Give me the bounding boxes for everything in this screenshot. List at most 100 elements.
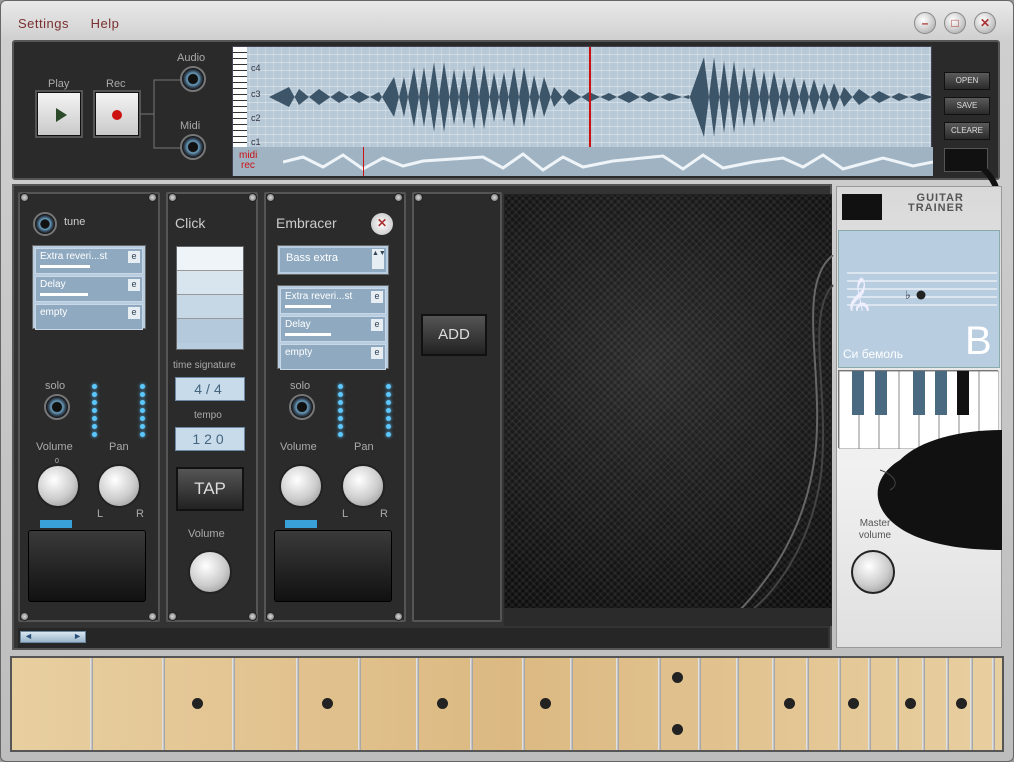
menu-settings[interactable]: Settings — [18, 16, 69, 31]
effect-level[interactable] — [285, 333, 331, 336]
screw-icon — [148, 193, 157, 202]
effect-slot-1[interactable]: Extra reveri...st e — [35, 248, 143, 274]
effect-slot-2[interactable]: Delay e — [280, 316, 386, 342]
effect-slot-2[interactable]: Delay e — [35, 276, 143, 302]
fader-1[interactable] — [28, 530, 146, 602]
click-volume-knob[interactable] — [188, 550, 232, 594]
beat-4 — [177, 319, 243, 343]
screw-icon — [168, 612, 177, 621]
effect-slot-3[interactable]: empty e — [35, 304, 143, 330]
edit-icon[interactable]: e — [371, 291, 383, 303]
rec-label: Rec — [106, 78, 126, 90]
save-button[interactable]: SAVE — [944, 97, 990, 115]
fret-marker — [956, 698, 967, 709]
note-name: Си бемоль — [843, 347, 904, 361]
effect-level[interactable] — [40, 265, 90, 268]
remove-channel-button[interactable]: ✕ — [371, 213, 393, 235]
level-led — [386, 400, 391, 405]
play-button[interactable] — [37, 92, 81, 136]
solo-button-2[interactable] — [289, 394, 315, 420]
fret — [296, 658, 299, 750]
level-led — [140, 408, 145, 413]
fret — [522, 658, 525, 750]
tempo-display[interactable]: 120 — [175, 427, 245, 451]
edit-icon[interactable]: e — [128, 307, 140, 319]
pan-right-label: R — [136, 508, 144, 520]
midi-input-jack[interactable] — [180, 134, 206, 160]
tune-label: tune — [64, 216, 86, 228]
tap-button[interactable]: TAP — [176, 467, 244, 511]
edit-icon[interactable]: e — [128, 279, 140, 291]
fret — [838, 658, 841, 750]
effect-slot-3[interactable]: empty e — [280, 344, 386, 370]
level-led — [92, 424, 97, 429]
level-led — [140, 424, 145, 429]
playhead[interactable] — [589, 47, 591, 147]
effect-level[interactable] — [40, 293, 88, 296]
edit-icon[interactable]: e — [371, 347, 383, 359]
fret-marker — [672, 672, 683, 683]
volume-knob-1[interactable] — [36, 464, 80, 508]
master-volume-label: Master volume — [858, 518, 892, 541]
preset-select[interactable]: Bass extra ▲▼ — [277, 245, 389, 275]
fader-indicator — [40, 520, 72, 528]
beat-2 — [177, 271, 243, 295]
master-volume-knob[interactable] — [851, 550, 895, 594]
spinner-icon[interactable]: ▲▼ — [372, 249, 386, 269]
close-button[interactable]: ✕ — [974, 12, 996, 34]
level-led — [338, 384, 343, 389]
edit-icon[interactable]: e — [371, 319, 383, 331]
volume-knob-2[interactable] — [279, 464, 323, 508]
add-channel-button[interactable]: ADD — [421, 314, 487, 356]
level-led — [140, 384, 145, 389]
pan-knob-1[interactable] — [97, 464, 141, 508]
scroll-left-icon[interactable]: ◄ — [24, 631, 33, 641]
fader-2[interactable] — [274, 530, 392, 602]
edit-icon[interactable]: e — [128, 251, 140, 263]
time-signature-label: time signature — [173, 360, 236, 371]
audio-waveform — [269, 57, 933, 137]
waveform-display[interactable]: c4 c3 c2 c1 midi rec — [232, 46, 933, 176]
time-signature-display[interactable]: 4/4 — [175, 377, 245, 401]
treble-clef-icon: 𝄞 — [845, 277, 871, 311]
level-led — [140, 392, 145, 397]
maximize-button[interactable]: □ — [944, 12, 966, 34]
trainer-logo: GUITAR TRAINER — [908, 193, 964, 214]
level-led — [92, 392, 97, 397]
scroll-right-icon[interactable]: ► — [73, 631, 82, 641]
rack-rail — [504, 608, 832, 626]
audio-input-jack[interactable] — [180, 66, 206, 92]
open-button[interactable]: OPEN — [944, 72, 990, 90]
minimize-button[interactable]: – — [914, 12, 936, 34]
level-led — [338, 400, 343, 405]
menu-help[interactable]: Help — [91, 16, 120, 31]
solo-button-1[interactable] — [44, 394, 70, 420]
record-button[interactable] — [95, 92, 139, 136]
effect-name: empty — [285, 347, 313, 358]
cable-plug — [842, 194, 882, 220]
horizontal-scrollbar[interactable]: ◄ ► — [20, 631, 86, 643]
tune-jack[interactable] — [33, 212, 57, 236]
screw-icon — [266, 612, 275, 621]
clear-button[interactable]: CLEARE — [944, 122, 990, 140]
speaker-grille — [504, 194, 834, 615]
preset-name: Bass extra — [286, 252, 338, 264]
fret-marker — [322, 698, 333, 709]
effect-name: Extra reveri...st — [285, 291, 353, 302]
note-head — [916, 290, 926, 300]
pan-knob-2[interactable] — [341, 464, 385, 508]
close-icon: ✕ — [376, 216, 388, 230]
fret — [736, 658, 739, 750]
click-volume-label: Volume — [188, 528, 225, 540]
fretboard[interactable] — [10, 656, 1004, 752]
fret — [698, 658, 701, 750]
fret — [416, 658, 419, 750]
level-led — [386, 424, 391, 429]
music-staff: 𝄞 ♭ — [845, 272, 997, 330]
guitar-outline — [735, 255, 834, 615]
screw-icon — [168, 193, 177, 202]
effect-slot-1[interactable]: Extra reveri...st e — [280, 288, 386, 314]
fret — [772, 658, 775, 750]
play-label: Play — [48, 78, 70, 90]
effect-level[interactable] — [285, 305, 331, 308]
